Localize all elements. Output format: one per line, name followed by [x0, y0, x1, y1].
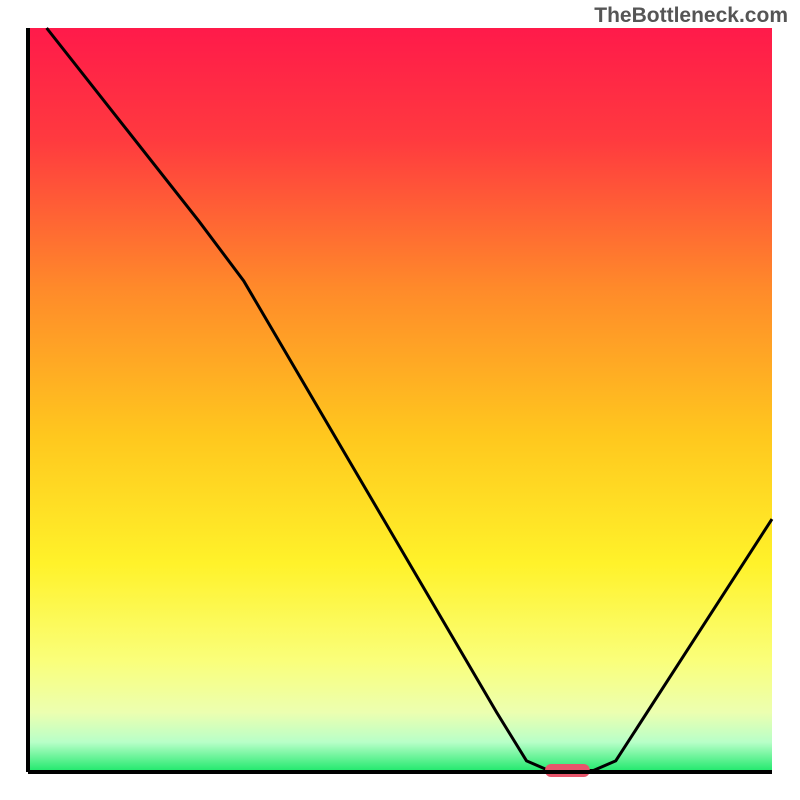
plot-background: [28, 28, 772, 772]
bottleneck-chart: [0, 0, 800, 800]
watermark-text: TheBottleneck.com: [594, 4, 788, 28]
chart-container: TheBottleneck.com: [0, 0, 800, 800]
